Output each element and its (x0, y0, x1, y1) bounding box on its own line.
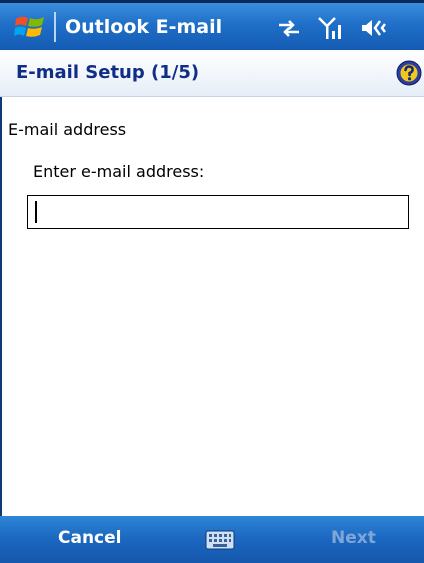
email-input[interactable] (27, 195, 409, 229)
text-caret (35, 201, 37, 223)
speaker-icon[interactable] (360, 17, 386, 39)
connectivity-icon[interactable] (276, 17, 302, 39)
title-bar: Outlook E-mail (0, 0, 424, 50)
signal-icon[interactable] (318, 16, 344, 40)
help-icon[interactable] (396, 60, 422, 86)
page-header: E-mail Setup (1/5) (0, 50, 424, 97)
keyboard-icon[interactable] (205, 530, 235, 550)
section-label: E-mail address (8, 120, 127, 139)
page-title: E-mail Setup (1/5) (16, 62, 200, 83)
email-field-label: Enter e-mail address: (33, 162, 205, 181)
cancel-button[interactable]: Cancel (58, 528, 121, 548)
windows-start-icon[interactable] (14, 13, 46, 41)
app-title: Outlook E-mail (65, 16, 223, 38)
left-edge-line (0, 97, 2, 516)
title-separator (54, 12, 56, 42)
status-icons (276, 15, 386, 41)
next-button[interactable]: Next (331, 528, 376, 548)
menu-bar: Cancel Next (0, 516, 424, 563)
content-area: E-mail address Enter e-mail address: (0, 98, 424, 516)
